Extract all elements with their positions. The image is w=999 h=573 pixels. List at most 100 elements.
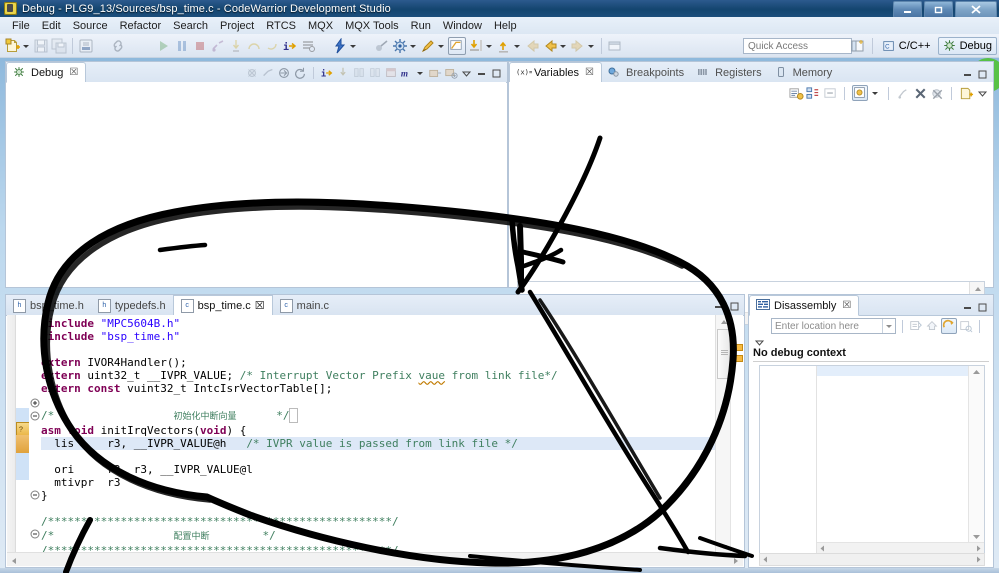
instruction-step-icon[interactable]: i (282, 38, 298, 54)
menu-project[interactable]: Project (214, 19, 260, 33)
add-launch-icon[interactable] (444, 66, 458, 80)
remove-all-icon[interactable] (930, 86, 944, 100)
layout-dropdown[interactable] (871, 85, 879, 101)
tab-debug[interactable]: Debug ☒ (6, 62, 87, 83)
menu-run[interactable]: Run (405, 19, 437, 33)
instruction-stepping-icon[interactable]: i (320, 66, 334, 80)
close-icon[interactable]: ☒ (69, 67, 78, 78)
step-over-icon[interactable] (246, 38, 262, 54)
minimize-button[interactable] (893, 1, 922, 18)
view-menu-icon[interactable] (976, 87, 989, 100)
maximize-view-icon[interactable] (490, 67, 503, 80)
upload-icon[interactable] (496, 38, 512, 54)
minimize-view-icon[interactable] (961, 68, 974, 81)
terminate-icon[interactable] (192, 38, 208, 54)
close-icon[interactable]: ☒ (585, 67, 594, 78)
editor-gutter[interactable] (7, 315, 16, 553)
view-menu-icon[interactable] (460, 67, 473, 80)
tab-disassembly[interactable]: Disassembly ☒ (749, 295, 860, 316)
editor-tab-typedefs-h[interactable]: h typedefs.h (91, 296, 173, 315)
multicore-icon[interactable]: m (400, 66, 414, 80)
step-return-icon[interactable] (368, 66, 382, 80)
layout-icon[interactable] (852, 85, 868, 101)
close-icon[interactable]: ☒ (842, 300, 851, 311)
download-icon[interactable] (468, 38, 484, 54)
step-into-icon[interactable] (228, 38, 244, 54)
scroll-left-icon[interactable] (760, 554, 771, 565)
external-tools-icon[interactable] (392, 38, 408, 54)
scroll-right-icon[interactable] (973, 554, 984, 565)
show-symbols-icon[interactable] (959, 319, 973, 333)
new-wizard-icon[interactable] (5, 38, 21, 54)
menu-window[interactable]: Window (437, 19, 488, 33)
close-button[interactable] (955, 1, 997, 18)
collapse-all-icon[interactable] (823, 86, 837, 100)
detach-icon[interactable] (277, 66, 291, 80)
disconnect-icon[interactable] (210, 38, 226, 54)
editor-tab-main-c[interactable]: c main.c (273, 296, 336, 315)
next-icon[interactable] (570, 38, 586, 54)
quick-access-input[interactable]: Quick Access (743, 38, 852, 54)
menu-help[interactable]: Help (488, 19, 523, 33)
run-icon[interactable] (420, 38, 436, 54)
resume-icon[interactable] (156, 38, 172, 54)
link-to-active-frame-icon[interactable] (909, 319, 923, 333)
maximize-view-icon[interactable] (976, 301, 989, 314)
disassembly-table[interactable] (759, 365, 985, 555)
menu-mqx-tools[interactable]: MQX Tools (339, 19, 405, 33)
open-perspective-icon[interactable] (850, 38, 866, 54)
link-icon[interactable] (110, 38, 126, 54)
menu-rtcs[interactable]: RTCS (260, 19, 302, 33)
remove-icon[interactable] (913, 86, 927, 100)
scroll-right-icon[interactable] (730, 553, 743, 566)
skip-breakpoints-icon[interactable] (374, 38, 390, 54)
maximize-view-icon[interactable] (728, 300, 741, 313)
home-icon[interactable] (925, 319, 939, 333)
next-dropdown[interactable] (587, 38, 595, 54)
editor-vertical-scrollbar[interactable] (715, 315, 732, 553)
editor-horizontal-scrollbar[interactable] (7, 552, 743, 566)
restart-icon[interactable] (300, 38, 316, 54)
editor-annotation-ruler[interactable]: ? (16, 315, 31, 553)
toggle-icon[interactable] (448, 36, 466, 55)
run-dropdown[interactable] (437, 38, 445, 54)
perspective-debug[interactable]: Debug (937, 37, 997, 55)
back-icon[interactable] (524, 38, 540, 54)
scroll-left-icon[interactable] (7, 553, 20, 566)
show-type-names-icon[interactable] (789, 86, 804, 100)
step-return-icon[interactable] (264, 38, 280, 54)
disassembly-vscrollbar[interactable] (968, 366, 984, 543)
menu-edit[interactable]: Edit (36, 19, 67, 33)
step-over-icon[interactable] (352, 66, 366, 80)
menu-file[interactable]: File (6, 19, 36, 33)
show-source-icon[interactable] (941, 318, 957, 334)
debug-view-content[interactable] (7, 82, 506, 286)
overview-marker[interactable] (733, 344, 743, 351)
download-dropdown[interactable] (485, 38, 493, 54)
build-icon[interactable] (78, 38, 94, 54)
new-launch-icon[interactable] (428, 66, 442, 80)
minimize-view-icon[interactable] (961, 301, 974, 314)
close-icon[interactable]: ☒ (255, 299, 265, 312)
tab-registers[interactable]: Registers (691, 63, 768, 82)
show-logical-structure-icon[interactable] (806, 86, 820, 100)
new-window-icon[interactable] (607, 38, 623, 54)
perspective-cpp[interactable]: C C/C++ (878, 38, 935, 54)
save-all-icon[interactable] (51, 38, 67, 54)
code-editor-area[interactable]: ? #include "MPC5604B.h" #include "bsp_ti… (7, 315, 743, 566)
tab-variables[interactable]: (x)= Variables ☒ (509, 62, 603, 83)
minimize-view-icon[interactable] (712, 300, 725, 313)
disassembly-outer-hscrollbar[interactable] (759, 553, 985, 566)
editor-tab-bsp-time-h[interactable]: h bsp_time.h (6, 296, 91, 315)
chevron-down-icon[interactable] (882, 319, 895, 333)
scroll-up-icon[interactable] (716, 315, 731, 328)
menu-mqx[interactable]: MQX (302, 19, 339, 33)
menu-source[interactable]: Source (67, 19, 114, 33)
add-watch-icon[interactable] (896, 86, 910, 100)
new-wizard-dropdown[interactable] (22, 38, 30, 54)
upload-dropdown[interactable] (513, 38, 521, 54)
multicore-dropdown[interactable] (416, 65, 424, 81)
prev-icon[interactable] (542, 38, 558, 54)
restore-button[interactable] (924, 1, 953, 18)
reset-icon[interactable] (293, 66, 307, 80)
